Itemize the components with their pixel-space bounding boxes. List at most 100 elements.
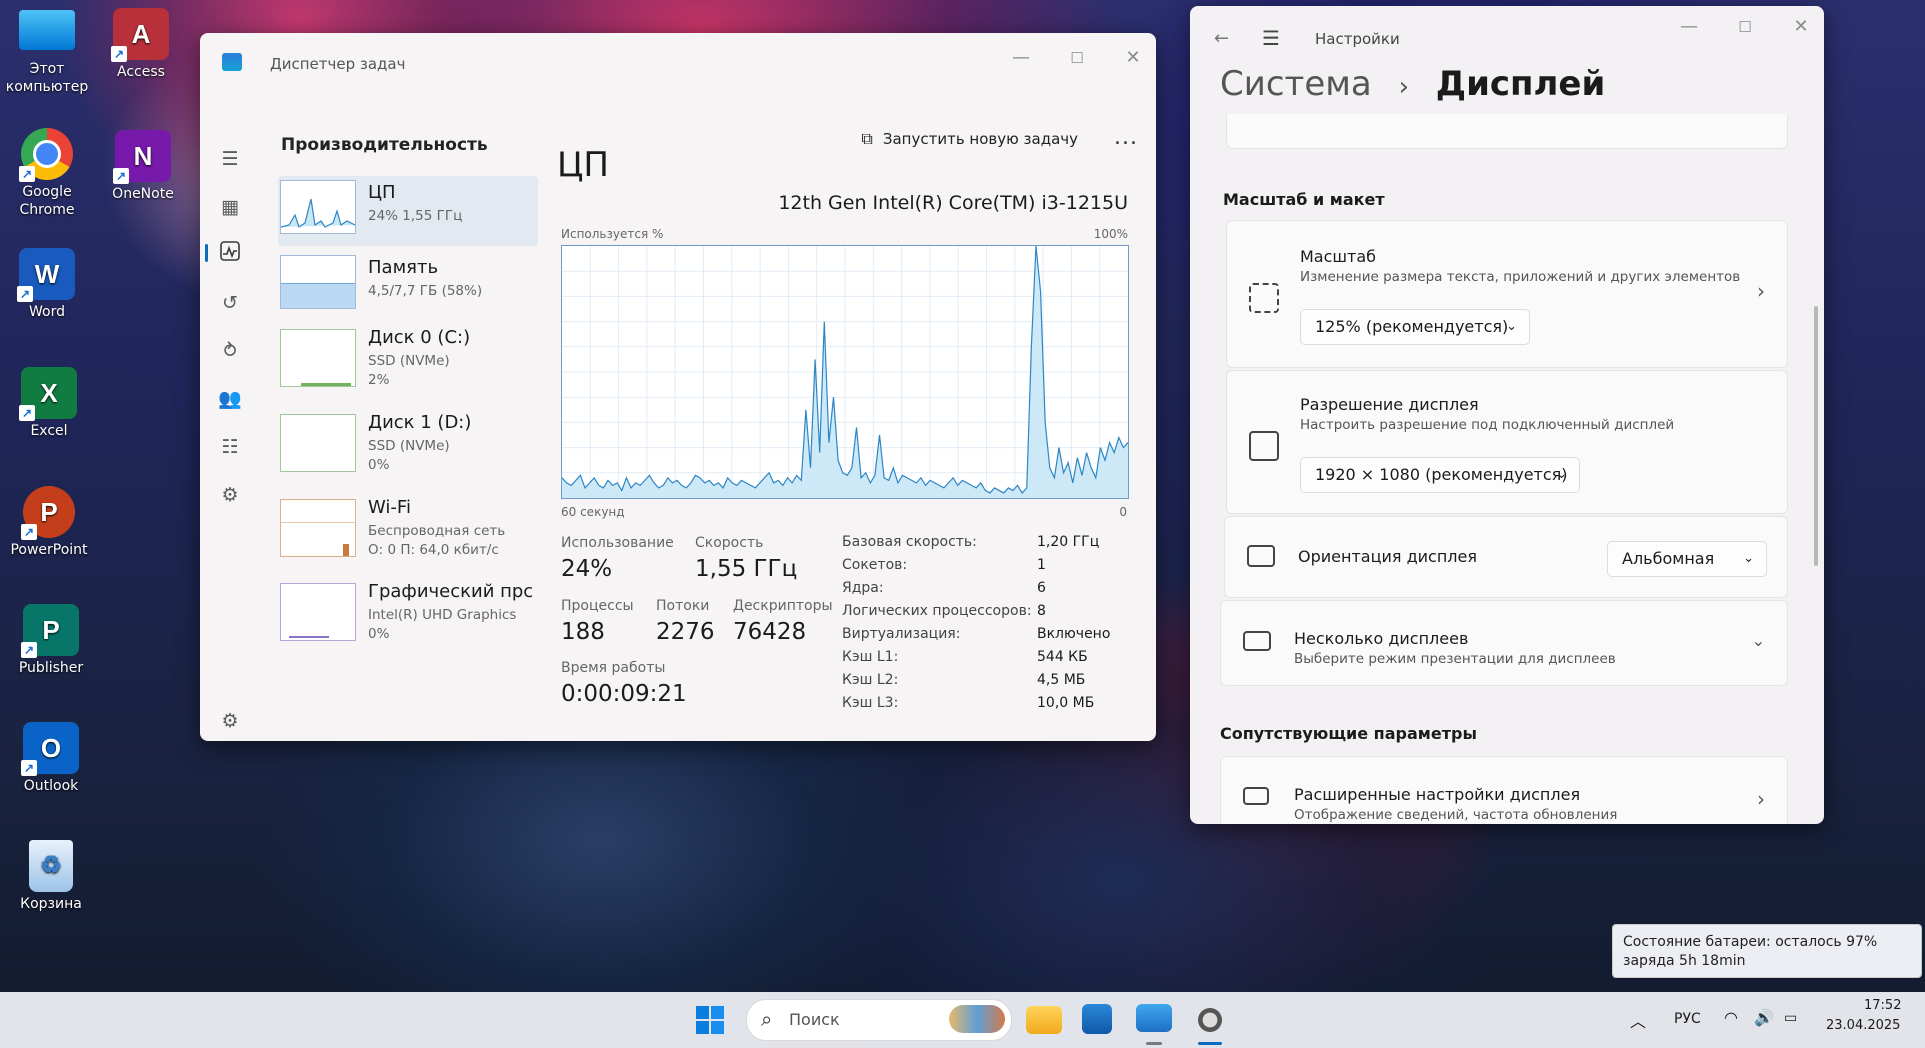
resolution-description: Настроить разрешение под подключенный ди… bbox=[1300, 417, 1675, 433]
services-icon[interactable]: ⚙ bbox=[216, 481, 244, 509]
breadcrumb-separator: › bbox=[1398, 72, 1409, 102]
chrome-icon: ↗ bbox=[19, 128, 73, 182]
clock-date[interactable]: 23.04.2025 bbox=[1826, 1018, 1900, 1033]
publisher-icon: P ↗ bbox=[21, 604, 79, 658]
chevron-down-icon[interactable]: ⌄ bbox=[1752, 631, 1765, 650]
breadcrumb: Система › Дисплей bbox=[1220, 64, 1605, 104]
performance-icon[interactable] bbox=[216, 241, 244, 269]
resource-detail: SSD (NVMe) bbox=[368, 438, 450, 454]
desktop-icon-onenote[interactable]: N ↗ OneNote bbox=[100, 130, 186, 203]
desktop-icon-excel[interactable]: X ↗ Excel bbox=[6, 367, 92, 440]
breadcrumb-current: Дисплей bbox=[1435, 64, 1606, 104]
resolution-dropdown[interactable]: 1920 × 1080 (рекомендуется) ⌄ bbox=[1300, 457, 1580, 493]
desktop-icon-chrome[interactable]: ↗ Google Chrome bbox=[4, 128, 90, 219]
resource-item-disk0[interactable]: Диск 0 (C:) SSD (NVMe) 2% bbox=[278, 325, 538, 395]
start-button[interactable] bbox=[692, 1002, 728, 1038]
detail-key: Кэш L2: bbox=[842, 672, 899, 688]
details-icon[interactable]: ☷ bbox=[216, 433, 244, 461]
more-options-button[interactable]: ... bbox=[1114, 125, 1138, 150]
word-icon: W ↗ bbox=[17, 248, 75, 302]
users-icon[interactable]: 👥 bbox=[216, 385, 244, 413]
resource-name: Память bbox=[368, 257, 439, 278]
battery-icon[interactable]: ▭ bbox=[1784, 1010, 1797, 1026]
app-history-icon[interactable]: ↺ bbox=[216, 289, 244, 317]
breadcrumb-parent[interactable]: Система bbox=[1220, 64, 1372, 104]
settings-app-title: Настройки bbox=[1315, 30, 1400, 48]
desktop-icon-label: Корзина bbox=[20, 896, 82, 912]
cpu-panel-title: ЦП bbox=[557, 145, 609, 185]
volume-icon[interactable]: 🔊 bbox=[1754, 1008, 1774, 1027]
show-hidden-icons-icon[interactable]: ︿ bbox=[1630, 1008, 1646, 1032]
maximize-button[interactable]: ☐ bbox=[1062, 43, 1092, 73]
title-bar: Диспетчер задач — ☐ ✕ bbox=[200, 33, 1156, 97]
maximize-button[interactable]: ☐ bbox=[1730, 12, 1760, 42]
detail-value: 1,20 ГГц bbox=[1037, 534, 1100, 550]
desktop-icon-access[interactable]: A ↗ Access bbox=[98, 8, 184, 81]
minimize-button[interactable]: — bbox=[1006, 43, 1036, 73]
hamburger-menu-icon[interactable]: ☰ bbox=[1262, 26, 1280, 50]
wifi-icon[interactable]: ◠ bbox=[1724, 1008, 1738, 1027]
advanced-display-card[interactable]: Расширенные настройки дисплея Отображени… bbox=[1220, 756, 1788, 824]
chevron-right-icon[interactable]: › bbox=[1757, 787, 1765, 811]
desktop-icon-word[interactable]: W ↗ Word bbox=[4, 248, 90, 321]
desktop-icon-outlook[interactable]: O ↗ Outlook bbox=[8, 722, 94, 795]
resource-item-gpu[interactable]: Графический прс Intel(R) UHD Graphics 0% bbox=[278, 579, 538, 649]
language-indicator[interactable]: РУС bbox=[1674, 1011, 1701, 1027]
desktop-icon-recycle-bin[interactable]: ♻ Корзина bbox=[8, 840, 94, 913]
orientation-dropdown-value: Альбомная bbox=[1622, 549, 1715, 568]
orientation-dropdown[interactable]: Альбомная ⌄ bbox=[1607, 541, 1767, 577]
desktop-icon-this-pc[interactable]: Этот компьютер bbox=[4, 10, 90, 96]
scale-dropdown[interactable]: 125% (рекомендуется) ⌄ bbox=[1300, 309, 1530, 345]
hamburger-menu-icon[interactable]: ☰ bbox=[216, 145, 244, 173]
multiple-displays-card[interactable]: Несколько дисплеев Выберите режим презен… bbox=[1220, 600, 1788, 686]
run-new-task-button[interactable]: ⧉ Запустить новую задачу bbox=[861, 129, 1078, 149]
detail-key: Кэш L1: bbox=[842, 649, 899, 665]
task-manager-app-icon bbox=[222, 53, 242, 71]
resource-item-disk1[interactable]: Диск 1 (D:) SSD (NVMe) 0% bbox=[278, 410, 538, 480]
speed-label: Скорость bbox=[695, 535, 764, 551]
store-icon[interactable] bbox=[1082, 1004, 1112, 1034]
outlook-icon: O ↗ bbox=[21, 722, 79, 776]
scale-card[interactable]: Масштаб Изменение размера текста, прилож… bbox=[1226, 220, 1788, 368]
startup-apps-icon[interactable]: ⥁ bbox=[216, 337, 244, 365]
clock-time[interactable]: 17:52 bbox=[1864, 998, 1901, 1013]
settings-taskbar-icon[interactable] bbox=[1192, 1002, 1228, 1038]
minimize-button[interactable]: — bbox=[1674, 12, 1704, 42]
processes-label: Процессы bbox=[561, 598, 634, 614]
recycle-bin-icon: ♻ bbox=[29, 840, 73, 892]
detail-value: 1 bbox=[1037, 557, 1046, 573]
resource-value: 0% bbox=[368, 626, 390, 642]
search-box[interactable]: ⌕ Поиск bbox=[746, 999, 1012, 1041]
desktop-icon-powerpoint[interactable]: P ↗ PowerPoint bbox=[6, 486, 92, 559]
resource-item-wifi[interactable]: Wi-Fi Беспроводная сеть О: 0 П: 64,0 кби… bbox=[278, 495, 538, 565]
desktop-icon-publisher[interactable]: P ↗ Publisher bbox=[8, 604, 94, 677]
file-explorer-icon[interactable] bbox=[1026, 1006, 1062, 1034]
desktop-icon-label: Word bbox=[29, 304, 65, 320]
back-arrow-icon[interactable]: ← bbox=[1214, 28, 1229, 49]
graph-usage-label: Используется % bbox=[561, 227, 664, 241]
nav-selection-indicator bbox=[205, 244, 208, 262]
processes-icon[interactable]: ▦ bbox=[216, 193, 244, 221]
close-button[interactable]: ✕ bbox=[1786, 12, 1816, 42]
resource-detail: Intel(R) UHD Graphics bbox=[368, 607, 517, 623]
task-manager-taskbar-icon[interactable] bbox=[1136, 1004, 1172, 1032]
desktop-icon-label: Excel bbox=[30, 423, 68, 439]
resource-item-cpu[interactable]: ЦП 24% 1,55 ГГц bbox=[278, 176, 538, 246]
cpu-thumbnail bbox=[280, 180, 356, 234]
resource-detail: 4,5/7,7 ГБ (58%) bbox=[368, 283, 483, 299]
resource-item-memory[interactable]: Память 4,5/7,7 ГБ (58%) bbox=[278, 251, 538, 321]
chevron-right-icon[interactable]: › bbox=[1757, 279, 1765, 303]
scrollbar[interactable] bbox=[1814, 306, 1818, 566]
desktop-icon-label: Этот компьютер bbox=[5, 61, 89, 95]
excel-icon: X ↗ bbox=[19, 367, 77, 421]
active-app-indicator bbox=[1198, 1042, 1222, 1045]
gpu-thumbnail bbox=[280, 583, 356, 641]
close-button[interactable]: ✕ bbox=[1118, 43, 1148, 73]
advanced-display-title: Расширенные настройки дисплея bbox=[1294, 785, 1581, 804]
detail-key: Сокетов: bbox=[842, 557, 908, 573]
section-header-related: Сопутствующие параметры bbox=[1220, 724, 1477, 743]
windows-logo-icon bbox=[696, 1006, 724, 1034]
orientation-card: Ориентация дисплея Альбомная ⌄ bbox=[1224, 516, 1788, 598]
run-new-task-label: Запустить новую задачу bbox=[882, 130, 1078, 148]
settings-gear-icon[interactable]: ⚙ bbox=[216, 707, 244, 735]
